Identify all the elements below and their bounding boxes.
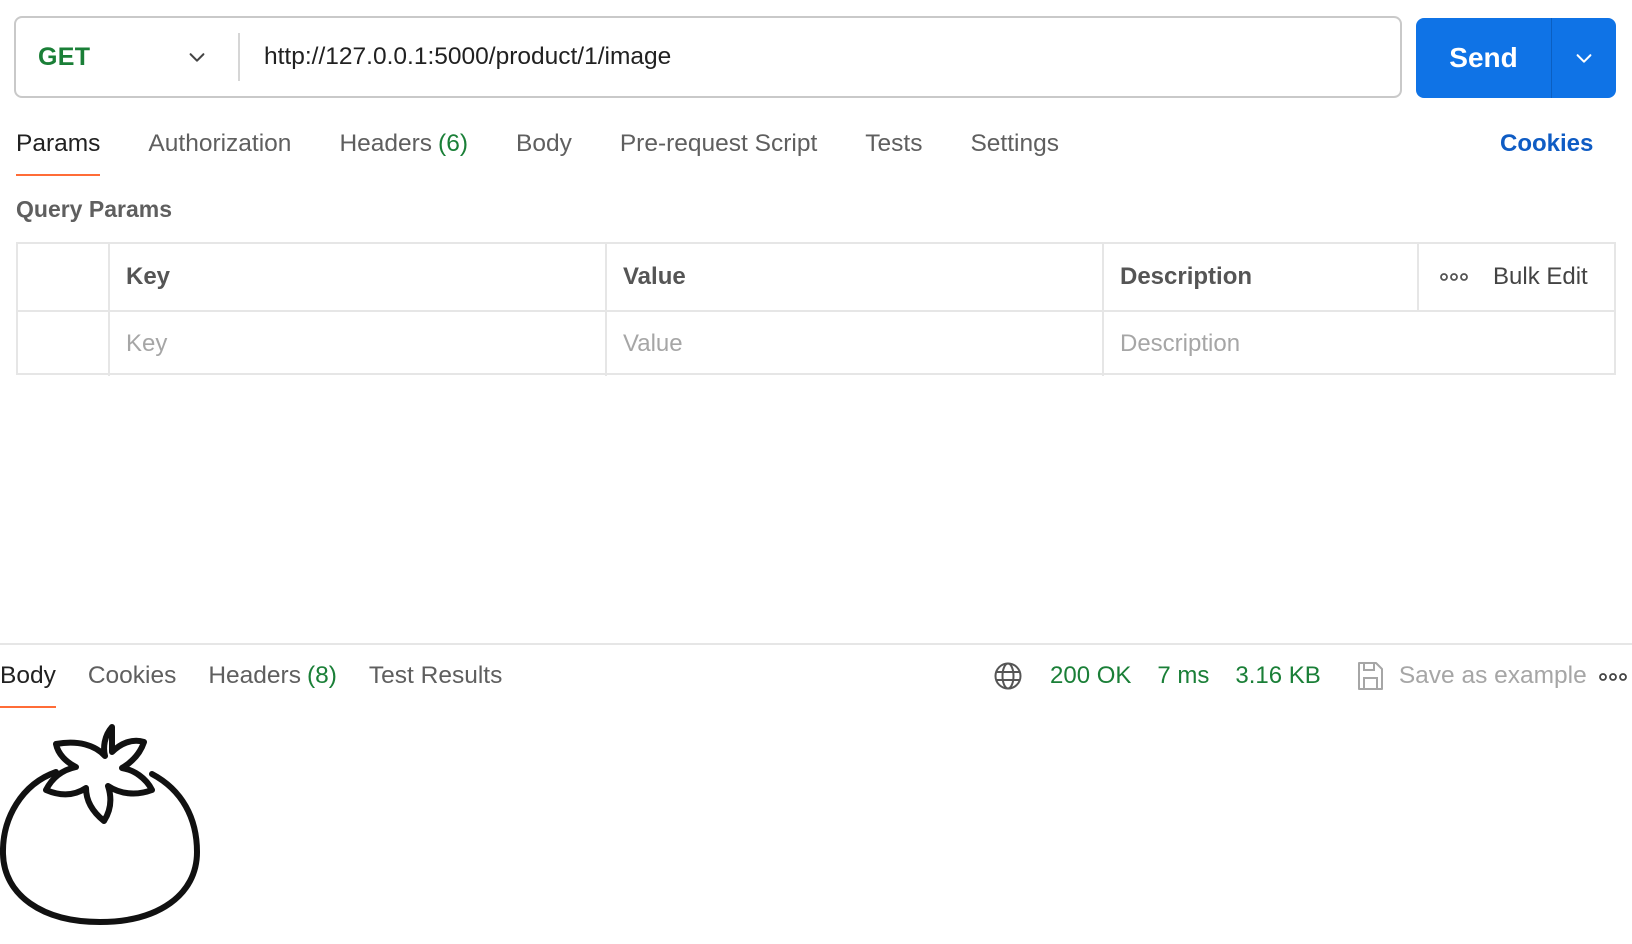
value-cell	[605, 312, 1102, 376]
response-time[interactable]: 7 ms	[1157, 662, 1209, 690]
response-headers-count: (8)	[306, 662, 337, 689]
tab-label: Body	[516, 130, 572, 157]
value-column-header: Value	[605, 244, 1102, 310]
send-button-group: Send	[1416, 18, 1616, 98]
send-options-button[interactable]	[1552, 18, 1616, 98]
request-bar: GET	[14, 16, 1402, 98]
tab-label: Body	[0, 662, 56, 689]
response-tab-test-results[interactable]: Test Results	[369, 660, 502, 690]
tab-headers[interactable]: Headers (6)	[339, 128, 468, 158]
request-tabs: Params Authorization Headers (6) Body Pre…	[16, 128, 1107, 176]
description-cell	[1102, 312, 1614, 376]
more-options-icon[interactable]	[1439, 270, 1469, 284]
value-input[interactable]	[623, 330, 1102, 358]
method-select[interactable]: GET	[16, 18, 238, 96]
save-icon	[1357, 662, 1383, 690]
table-header-row: Key Value Description Bulk Edit	[18, 244, 1614, 310]
more-options-icon[interactable]	[1598, 670, 1628, 684]
globe-icon[interactable]	[992, 660, 1024, 692]
headers-count: (6)	[438, 130, 468, 157]
tab-label: Tests	[865, 130, 923, 157]
save-as-example-button[interactable]: Save as example	[1399, 662, 1587, 690]
response-tab-cookies[interactable]: Cookies	[88, 660, 177, 690]
url-input[interactable]	[240, 18, 1400, 96]
tab-label: Authorization	[148, 130, 292, 157]
key-cell	[108, 312, 605, 376]
table-row	[18, 310, 1614, 376]
response-size[interactable]: 3.16 KB	[1235, 662, 1320, 690]
response-divider[interactable]	[0, 643, 1632, 645]
bulk-edit-button[interactable]: Bulk Edit	[1493, 263, 1588, 291]
chevron-down-icon	[189, 53, 205, 62]
description-input[interactable]	[1120, 330, 1614, 358]
row-checkbox-cell	[18, 312, 108, 376]
tab-body[interactable]: Body	[516, 128, 572, 158]
key-column-header: Key	[108, 244, 605, 310]
table-actions: Bulk Edit	[1417, 244, 1614, 310]
send-button[interactable]: Send	[1416, 18, 1551, 98]
tab-params[interactable]: Params	[16, 128, 101, 176]
method-label: GET	[38, 42, 91, 71]
query-params-title: Query Params	[16, 196, 172, 222]
params-table: Key Value Description Bulk Edit	[16, 242, 1616, 376]
tab-label: Params	[16, 130, 101, 157]
description-column-header: Description	[1102, 244, 1417, 310]
chevron-down-icon	[1576, 54, 1592, 63]
tab-label: Test Results	[368, 662, 503, 689]
tab-label: Pre-request Script	[619, 130, 818, 157]
tab-label: Headers	[339, 130, 433, 157]
cookies-link[interactable]: Cookies	[1500, 130, 1593, 158]
checkbox-column-header	[18, 244, 108, 310]
response-tab-body[interactable]: Body	[0, 660, 56, 708]
tab-label: Headers	[208, 662, 301, 689]
response-tab-headers[interactable]: Headers (8)	[208, 660, 337, 690]
tab-tests[interactable]: Tests	[865, 128, 922, 158]
tomato-icon	[0, 724, 201, 926]
tab-settings[interactable]: Settings	[970, 128, 1059, 158]
status-code[interactable]: 200 OK	[1050, 662, 1131, 690]
tab-pre-request-script[interactable]: Pre-request Script	[620, 128, 817, 158]
response-tabs: Body Cookies Headers (8) Test Results	[0, 660, 534, 708]
tab-label: Settings	[970, 130, 1059, 157]
response-status-bar: 200 OK 7 ms 3.16 KB Save as example	[992, 658, 1587, 694]
key-input[interactable]	[126, 330, 605, 358]
tab-label: Cookies	[87, 662, 177, 689]
tab-authorization[interactable]: Authorization	[148, 128, 291, 158]
